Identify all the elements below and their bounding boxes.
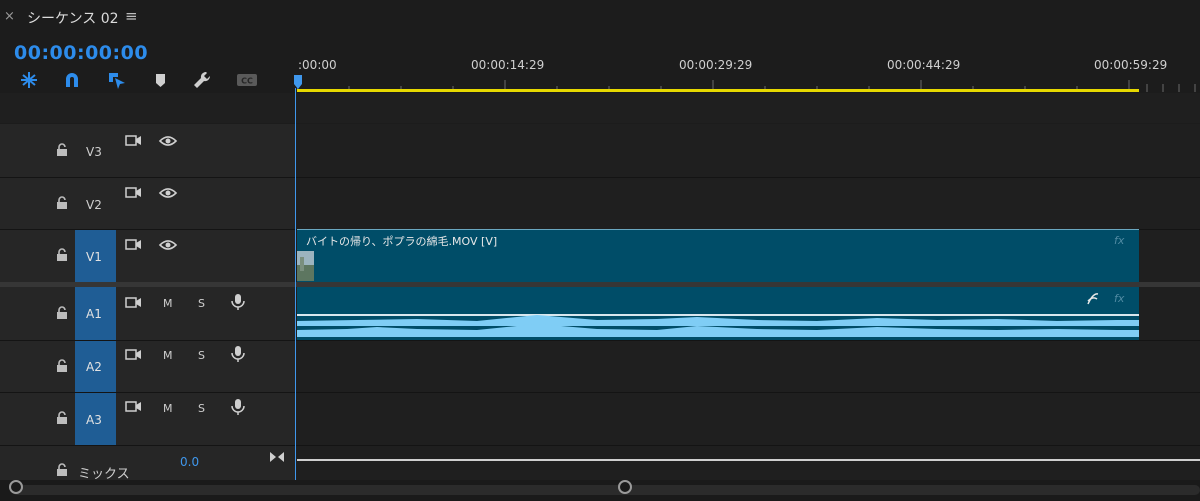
linked-selection-icon[interactable] — [106, 70, 128, 90]
track-name: A2 — [86, 360, 102, 374]
eye-icon[interactable] — [158, 184, 178, 202]
snap-icon[interactable] — [18, 70, 40, 90]
marker-icon[interactable] — [150, 70, 172, 90]
track-header-spacer — [0, 93, 1200, 123]
eye-icon[interactable] — [158, 132, 178, 150]
lock-icon[interactable] — [55, 359, 69, 373]
scrollbar-track[interactable] — [12, 485, 1200, 495]
mix-level-line[interactable] — [297, 459, 1200, 461]
clip-thumbnail — [297, 251, 314, 281]
microphone-icon[interactable] — [228, 345, 248, 363]
fx-badge[interactable]: fx — [1114, 234, 1124, 247]
lock-icon[interactable] — [55, 196, 69, 210]
ruler-label: 00:00:59:29 — [1094, 58, 1168, 72]
track-name: A1 — [86, 307, 102, 321]
eye-icon[interactable] — [158, 236, 178, 254]
wrench-icon[interactable] — [192, 70, 214, 90]
track-name: V2 — [86, 198, 102, 212]
work-area-bar[interactable] — [297, 89, 1139, 92]
lock-icon[interactable] — [55, 248, 69, 262]
svg-text:CC: CC — [241, 77, 253, 86]
mix-volume-value[interactable]: 0.0 — [180, 455, 199, 469]
playhead-line[interactable] — [295, 88, 296, 480]
lock-icon[interactable] — [55, 463, 69, 477]
audio-waveform — [297, 315, 1139, 341]
track-header-a3 — [0, 393, 296, 445]
fx-badge[interactable]: fx — [1114, 292, 1124, 305]
mute-button[interactable]: M — [163, 402, 173, 415]
sync-lock-icon[interactable] — [124, 346, 144, 364]
playhead-marker[interactable] — [294, 74, 302, 89]
ruler-label: 00:00:14:29 — [471, 58, 545, 72]
lock-icon[interactable] — [55, 306, 69, 320]
lock-icon[interactable] — [55, 143, 69, 157]
audio-effect-icon[interactable] — [1085, 291, 1101, 307]
track-header-a1 — [0, 287, 296, 340]
video-clip-title: バイトの帰り、ポプラの綿毛.MOV [V] — [306, 235, 498, 248]
magnet-icon[interactable] — [61, 70, 83, 90]
track-name: V3 — [86, 145, 102, 159]
playhead-timecode[interactable]: 00:00:00:00 — [14, 42, 148, 64]
captions-icon[interactable]: CC — [236, 70, 258, 90]
ruler-label: 00:00:44:29 — [887, 58, 961, 72]
solo-button[interactable]: S — [198, 297, 205, 310]
close-icon[interactable]: × — [4, 9, 15, 24]
track-header-a2 — [0, 341, 296, 392]
panel-tab-bar — [0, 0, 1200, 36]
sync-lock-icon[interactable] — [124, 294, 144, 312]
sync-lock-icon[interactable] — [124, 132, 144, 150]
track-name: V1 — [86, 250, 102, 264]
sync-lock-icon[interactable] — [124, 236, 144, 254]
track-header-v1 — [0, 230, 296, 282]
sync-lock-icon[interactable] — [124, 398, 144, 416]
sync-lock-icon[interactable] — [124, 184, 144, 202]
lock-icon[interactable] — [55, 411, 69, 425]
track-name: A3 — [86, 413, 102, 427]
solo-button[interactable]: S — [198, 402, 205, 415]
ruler-label: :00:00 — [298, 58, 337, 72]
panel-menu-icon[interactable]: ≡ — [125, 7, 138, 25]
microphone-icon[interactable] — [228, 398, 248, 416]
scrollbar-left-handle[interactable] — [9, 480, 23, 494]
sequence-tab-title[interactable]: シーケンス 02 — [27, 8, 119, 28]
track-header-v2 — [0, 178, 296, 229]
mute-button[interactable]: M — [163, 349, 173, 362]
go-to-in-out-icon[interactable] — [269, 449, 285, 463]
solo-button[interactable]: S — [198, 349, 205, 362]
microphone-icon[interactable] — [228, 293, 248, 311]
track-header-v3 — [0, 124, 296, 177]
mute-button[interactable]: M — [163, 297, 173, 310]
ruler-label: 00:00:29:29 — [679, 58, 753, 72]
track-header-mix — [0, 446, 296, 480]
scrollbar-right-handle[interactable] — [618, 480, 632, 494]
